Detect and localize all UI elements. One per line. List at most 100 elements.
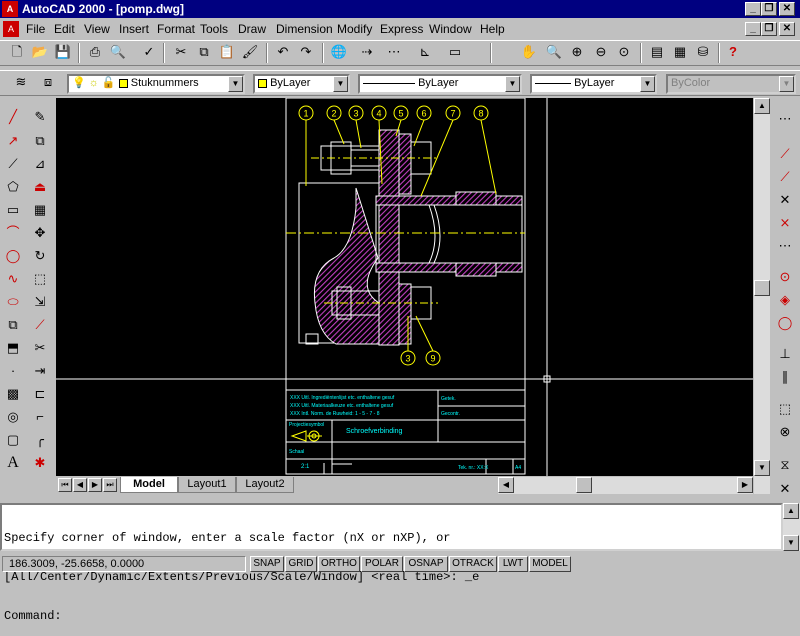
snap-apparent-icon[interactable]: ⨯ <box>774 212 796 234</box>
new-icon[interactable]: 🗋 <box>6 41 28 63</box>
snap-parallel-icon[interactable]: ∥ <box>774 366 796 388</box>
offset-icon[interactable]: ⏏ <box>29 176 51 198</box>
snap-quadrant-icon[interactable]: ◈ <box>774 289 796 311</box>
make-block-icon[interactable]: ⬒ <box>2 337 24 359</box>
doc-restore-icon[interactable]: ❐ <box>761 22 777 36</box>
snap-endpoint-icon[interactable]: ⟋ <box>774 143 796 165</box>
close-icon[interactable]: ✕ <box>779 2 795 16</box>
mtext-icon[interactable]: A <box>2 452 24 474</box>
boundary-icon[interactable]: ▢ <box>2 429 24 451</box>
polar-toggle[interactable]: POLAR <box>361 556 403 572</box>
browse-web-icon[interactable]: 🌐 <box>328 41 350 63</box>
preview-icon[interactable]: 🔍 <box>107 41 129 63</box>
layer-control[interactable]: 💡 ☼ 🔓 Stuknummers ▼ <box>67 74 245 94</box>
lwt-toggle[interactable]: LWT <box>498 556 528 572</box>
snap-from-icon[interactable]: ⇢ <box>356 41 378 63</box>
help-icon[interactable]: ? <box>722 41 744 63</box>
next-tab-icon[interactable]: ▶ <box>88 478 102 492</box>
chevron-down-icon[interactable]: ▼ <box>640 76 655 92</box>
scale-icon[interactable]: ⬚ <box>29 268 51 290</box>
snap-insert-icon[interactable]: ⬚ <box>774 398 796 420</box>
menu-draw[interactable]: Draw <box>238 22 266 36</box>
snap-intersection-icon[interactable]: ✕ <box>774 189 796 211</box>
snap-perpendicular-icon[interactable]: ⊥ <box>774 343 796 365</box>
stretch-icon[interactable]: ⇲ <box>29 291 51 313</box>
cmd-scroll-down-icon[interactable]: ▼ <box>783 535 799 551</box>
menu-dimension[interactable]: Dimension <box>276 22 333 36</box>
erase-icon[interactable]: ✎ <box>29 106 51 128</box>
menu-file[interactable]: File <box>26 22 45 36</box>
copy-object-icon[interactable]: ⧉ <box>29 130 51 152</box>
open-icon[interactable]: 📂 <box>29 41 51 63</box>
cmd-scroll-up-icon[interactable]: ▲ <box>783 503 799 519</box>
undo-icon[interactable]: ↶ <box>272 41 294 63</box>
extend-icon[interactable]: ⇥ <box>29 360 51 382</box>
otrack-toggle[interactable]: OTRACK <box>449 556 497 572</box>
menu-edit[interactable]: Edit <box>54 22 75 36</box>
menu-window[interactable]: Window <box>429 22 472 36</box>
tab-layout1[interactable]: Layout1 <box>178 477 236 493</box>
color-control[interactable]: ByLayer ▼ <box>253 74 350 94</box>
doc-minimize-icon[interactable]: _ <box>745 22 761 36</box>
snap-nearest-icon[interactable]: ⧖ <box>774 454 796 476</box>
paste-icon[interactable]: 📋 <box>216 41 238 63</box>
construction-line-icon[interactable]: ↗ <box>2 130 24 152</box>
save-icon[interactable]: 💾 <box>52 41 74 63</box>
snap-node-icon[interactable]: ⊗ <box>774 421 796 443</box>
ellipse-icon[interactable]: ⬭ <box>2 291 24 313</box>
snap-midpoint-icon[interactable]: ⟋ <box>774 166 796 188</box>
command-window[interactable]: Specify corner of window, enter a scale … <box>0 503 783 623</box>
scroll-right-icon[interactable]: ▶ <box>737 477 753 493</box>
zoom-previous-icon[interactable]: ⊖ <box>590 41 612 63</box>
last-tab-icon[interactable]: ⏭ <box>103 478 117 492</box>
snap-center-icon[interactable]: ⊙ <box>774 266 796 288</box>
dbconnect-icon[interactable]: ⛁ <box>692 41 714 63</box>
rotate-icon[interactable]: ↻ <box>29 245 51 267</box>
cut-icon[interactable]: ✂ <box>170 41 192 63</box>
hscroll-thumb[interactable] <box>576 477 592 493</box>
document-icon[interactable]: A <box>3 21 19 37</box>
arc-icon[interactable]: ⌒ <box>2 222 24 244</box>
ortho-toggle[interactable]: ORTHO <box>318 556 360 572</box>
menu-modify[interactable]: Modify <box>337 22 372 36</box>
tab-layout2[interactable]: Layout2 <box>236 477 294 493</box>
polygon-icon[interactable]: ⬠ <box>2 176 24 198</box>
grid-toggle[interactable]: GRID <box>285 556 317 572</box>
doc-close-icon[interactable]: ✕ <box>779 22 795 36</box>
snap-tangent-icon[interactable]: ◯ <box>774 312 796 334</box>
vertical-scrollbar[interactable]: ▲ ▼ <box>754 98 770 494</box>
linetype-control[interactable]: ByLayer ▼ <box>358 74 522 94</box>
menu-view[interactable]: View <box>84 22 110 36</box>
model-toggle[interactable]: MODEL <box>529 556 571 572</box>
menu-insert[interactable]: Insert <box>119 22 149 36</box>
chevron-down-icon[interactable]: ▼ <box>228 76 243 92</box>
chamfer-icon[interactable]: ⌐ <box>29 406 51 428</box>
zoom-realtime-icon[interactable]: 🔍 <box>543 41 565 63</box>
temp-tracking-icon[interactable]: ⋯ <box>774 108 796 130</box>
snap-none-icon[interactable]: ✕ <box>774 478 796 500</box>
first-tab-icon[interactable]: ⏮ <box>58 478 72 492</box>
scroll-down-icon[interactable]: ▼ <box>754 460 770 476</box>
insert-block-icon[interactable]: ⧉ <box>2 314 24 336</box>
rectangle-icon[interactable]: ▭ <box>2 199 24 221</box>
circle-icon[interactable]: ◯ <box>2 245 24 267</box>
region-icon[interactable]: ◎ <box>2 406 24 428</box>
chevron-down-icon[interactable]: ▼ <box>505 76 520 92</box>
zoom-window-icon[interactable]: ⊕ <box>566 41 588 63</box>
break-icon[interactable]: ⊏ <box>29 383 51 405</box>
line-icon[interactable]: ╱ <box>2 106 24 128</box>
designcenter-icon[interactable]: ▦ <box>669 41 691 63</box>
minimize-icon[interactable]: _ <box>745 2 761 16</box>
hatch-icon[interactable]: ▩ <box>2 383 24 405</box>
scroll-thumb[interactable] <box>754 280 770 296</box>
lineweight-control[interactable]: ByLayer ▼ <box>530 74 657 94</box>
trim-icon[interactable]: ✂ <box>29 337 51 359</box>
print-icon[interactable]: ⎙ <box>84 41 106 63</box>
matchprop-icon[interactable]: 🖌 <box>239 41 261 63</box>
lengthen-icon[interactable]: ⟋ <box>29 314 51 336</box>
prev-tab-icon[interactable]: ◀ <box>73 478 87 492</box>
make-layer-current-icon[interactable]: ⧈ <box>37 71 59 93</box>
snap-toggle[interactable]: SNAP <box>250 556 284 572</box>
scroll-left-icon[interactable]: ◀ <box>498 477 514 493</box>
tab-model[interactable]: Model <box>120 477 178 493</box>
